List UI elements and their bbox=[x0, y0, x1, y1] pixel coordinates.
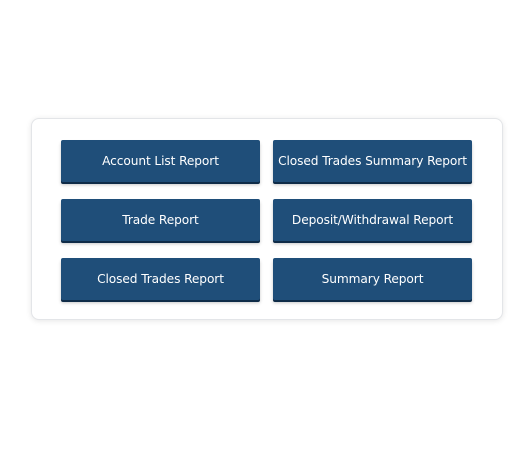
account-list-report-button[interactable]: Account List Report bbox=[61, 140, 260, 182]
closed-trades-report-button[interactable]: Closed Trades Report bbox=[61, 258, 260, 300]
summary-report-button[interactable]: Summary Report bbox=[273, 258, 472, 300]
page: Account List Report Closed Trades Summar… bbox=[0, 0, 525, 455]
deposit-withdrawal-report-button[interactable]: Deposit/Withdrawal Report bbox=[273, 199, 472, 241]
trade-report-button[interactable]: Trade Report bbox=[61, 199, 260, 241]
closed-trades-summary-report-button[interactable]: Closed Trades Summary Report bbox=[273, 140, 472, 182]
reports-card: Account List Report Closed Trades Summar… bbox=[31, 118, 503, 320]
report-buttons-grid: Account List Report Closed Trades Summar… bbox=[61, 140, 472, 300]
